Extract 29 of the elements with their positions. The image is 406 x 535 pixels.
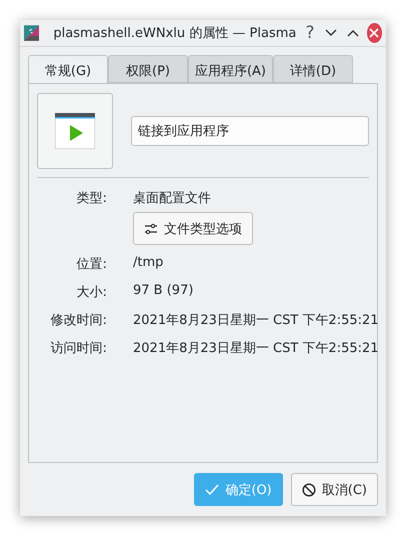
maximize-icon [346,29,359,37]
property-label: 位置: [76,256,107,273]
tab[interactable]: 权限(P) [108,55,188,83]
tab[interactable]: 详情(D) [273,55,353,83]
minimize-icon [325,29,338,37]
property-value: 2021年8月23日星期一 CST 下午2:55:21 [133,312,379,329]
check-icon [205,484,220,496]
property-value: 97 B (97) [133,283,194,298]
property-value: 2021年8月23日星期一 CST 下午2:55:21 [133,340,379,357]
property-label: 类型: [76,190,107,207]
help-button[interactable]: ? [302,23,318,43]
property-label: 访问时间: [50,340,107,357]
cancel-button[interactable]: 取消(C) [290,473,378,506]
file-icon-button[interactable] [37,93,113,169]
file-type-options-button[interactable]: 文件类型选项 [133,212,253,245]
sliders-icon [144,222,158,234]
name-field[interactable]: 链接到应用程序 [131,116,369,146]
property-value: 桌面配置文件 [133,190,211,207]
window-title: plasmashell.eWNxlu 的属性 — Plasma [52,25,296,42]
tab[interactable]: 常规(G) [28,55,108,84]
property-label: 大小: [76,284,107,301]
application-icon [55,113,95,149]
close-button[interactable] [366,23,382,43]
property-value: /tmp [133,255,164,270]
app-icon [24,23,40,43]
tab[interactable]: 应用程序(A) [188,55,273,83]
cancel-icon [302,482,316,496]
property-label: 修改时间: [50,312,107,329]
close-icon [369,28,380,38]
